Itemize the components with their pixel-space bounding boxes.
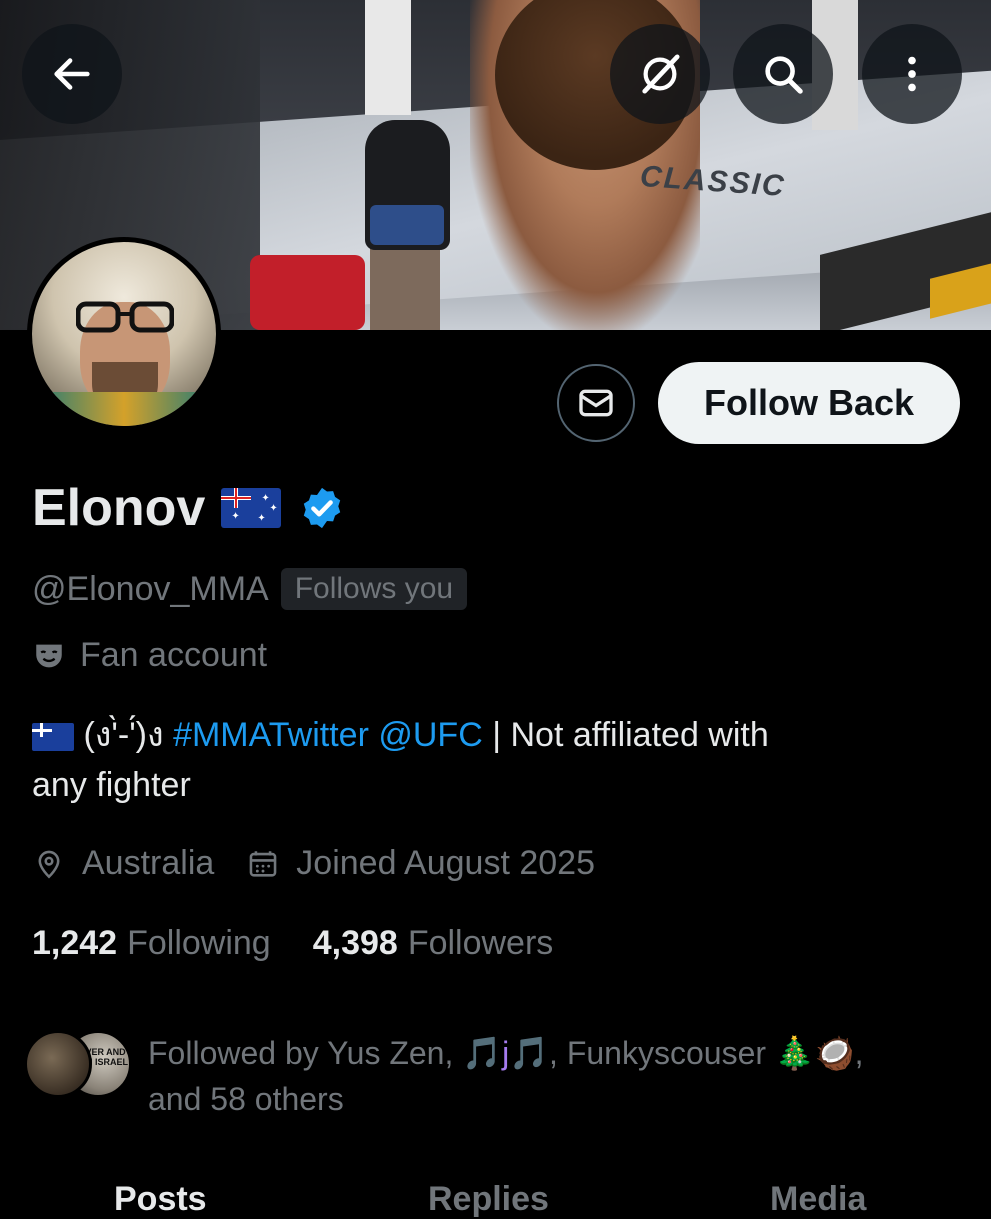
following-count: 1,242 xyxy=(32,924,118,962)
follower-name-2: 🎵j🎵 xyxy=(462,1035,550,1071)
follower-avatar xyxy=(24,1030,92,1098)
avatar-shirt xyxy=(32,392,216,426)
followed-by-text: Followed by Yus Zen, 🎵j🎵, Funkyscouser 🎄… xyxy=(148,1035,864,1117)
followers-label: Followers xyxy=(407,924,554,962)
verified-badge-icon[interactable] xyxy=(299,485,345,531)
following-label: Following xyxy=(127,924,271,962)
more-button[interactable] xyxy=(862,24,962,124)
location-item: Australia xyxy=(32,844,214,883)
bio-text-line1: | Not affiliated with xyxy=(482,716,769,754)
category-label: Fan account xyxy=(80,636,268,674)
followers-count: 4,398 xyxy=(312,924,398,962)
profile-avatar[interactable] xyxy=(27,237,221,431)
joined-item: Joined August 2025 xyxy=(246,844,595,883)
category-row: Fan account xyxy=(32,636,267,675)
calendar-icon xyxy=(249,850,277,877)
followers-stat[interactable]: 4,398 Followers xyxy=(313,924,596,963)
banner-red-shorts xyxy=(250,255,365,330)
hashtag-link[interactable]: #MMATwitter xyxy=(173,716,369,754)
mail-icon xyxy=(579,389,613,417)
following-stat[interactable]: 1,242 Following xyxy=(32,924,313,963)
user-handle: @Elonov_MMA xyxy=(32,569,269,608)
follow-stats: 1,242 Following 4,398 Followers xyxy=(32,924,595,963)
joined-text: Joined August 2025 xyxy=(296,844,595,882)
banner-fighter-arm xyxy=(370,240,440,330)
profile-bio: (ง'̀-'́)ง #MMATwitter @UFC | Not affilia… xyxy=(32,710,932,810)
banner-post-left xyxy=(365,0,411,115)
back-button[interactable] xyxy=(22,24,122,124)
search-icon xyxy=(765,56,803,94)
search-button[interactable] xyxy=(733,24,833,124)
follow-back-button[interactable]: Follow Back xyxy=(658,362,960,444)
grok-icon xyxy=(642,54,680,94)
more-vertical-icon xyxy=(908,56,916,92)
grok-button[interactable] xyxy=(610,24,710,124)
avatar-glasses xyxy=(76,301,174,333)
message-button[interactable] xyxy=(557,364,635,442)
theater-masks-icon xyxy=(36,644,62,667)
banner-hand-wrap xyxy=(370,205,444,245)
name-row: Elonov ✦ ✦ ✦ ✦ xyxy=(32,478,345,538)
mention-link[interactable]: @UFC xyxy=(378,716,482,754)
followed-by-row[interactable]: NEVER AND YOU ISRAEL Followed by Yus Zen… xyxy=(24,1030,928,1122)
location-text: Australia xyxy=(82,844,215,882)
australia-flag-icon: ✦ ✦ ✦ ✦ xyxy=(221,488,282,528)
follows-you-badge: Follows you xyxy=(280,568,468,610)
location-pin-icon xyxy=(38,850,60,879)
bio-text-line2: any fighter xyxy=(32,766,191,804)
display-name: Elonov xyxy=(32,479,206,537)
australia-flag-icon xyxy=(32,723,74,752)
arrow-left-icon xyxy=(54,58,90,90)
handle-row: @Elonov_MMA Follows you xyxy=(32,568,468,610)
bio-kaomoji: (ง'̀-'́)ง xyxy=(83,716,164,754)
avatar-image xyxy=(32,242,216,426)
profile-meta: Australia Joined August 2025 xyxy=(32,844,627,883)
